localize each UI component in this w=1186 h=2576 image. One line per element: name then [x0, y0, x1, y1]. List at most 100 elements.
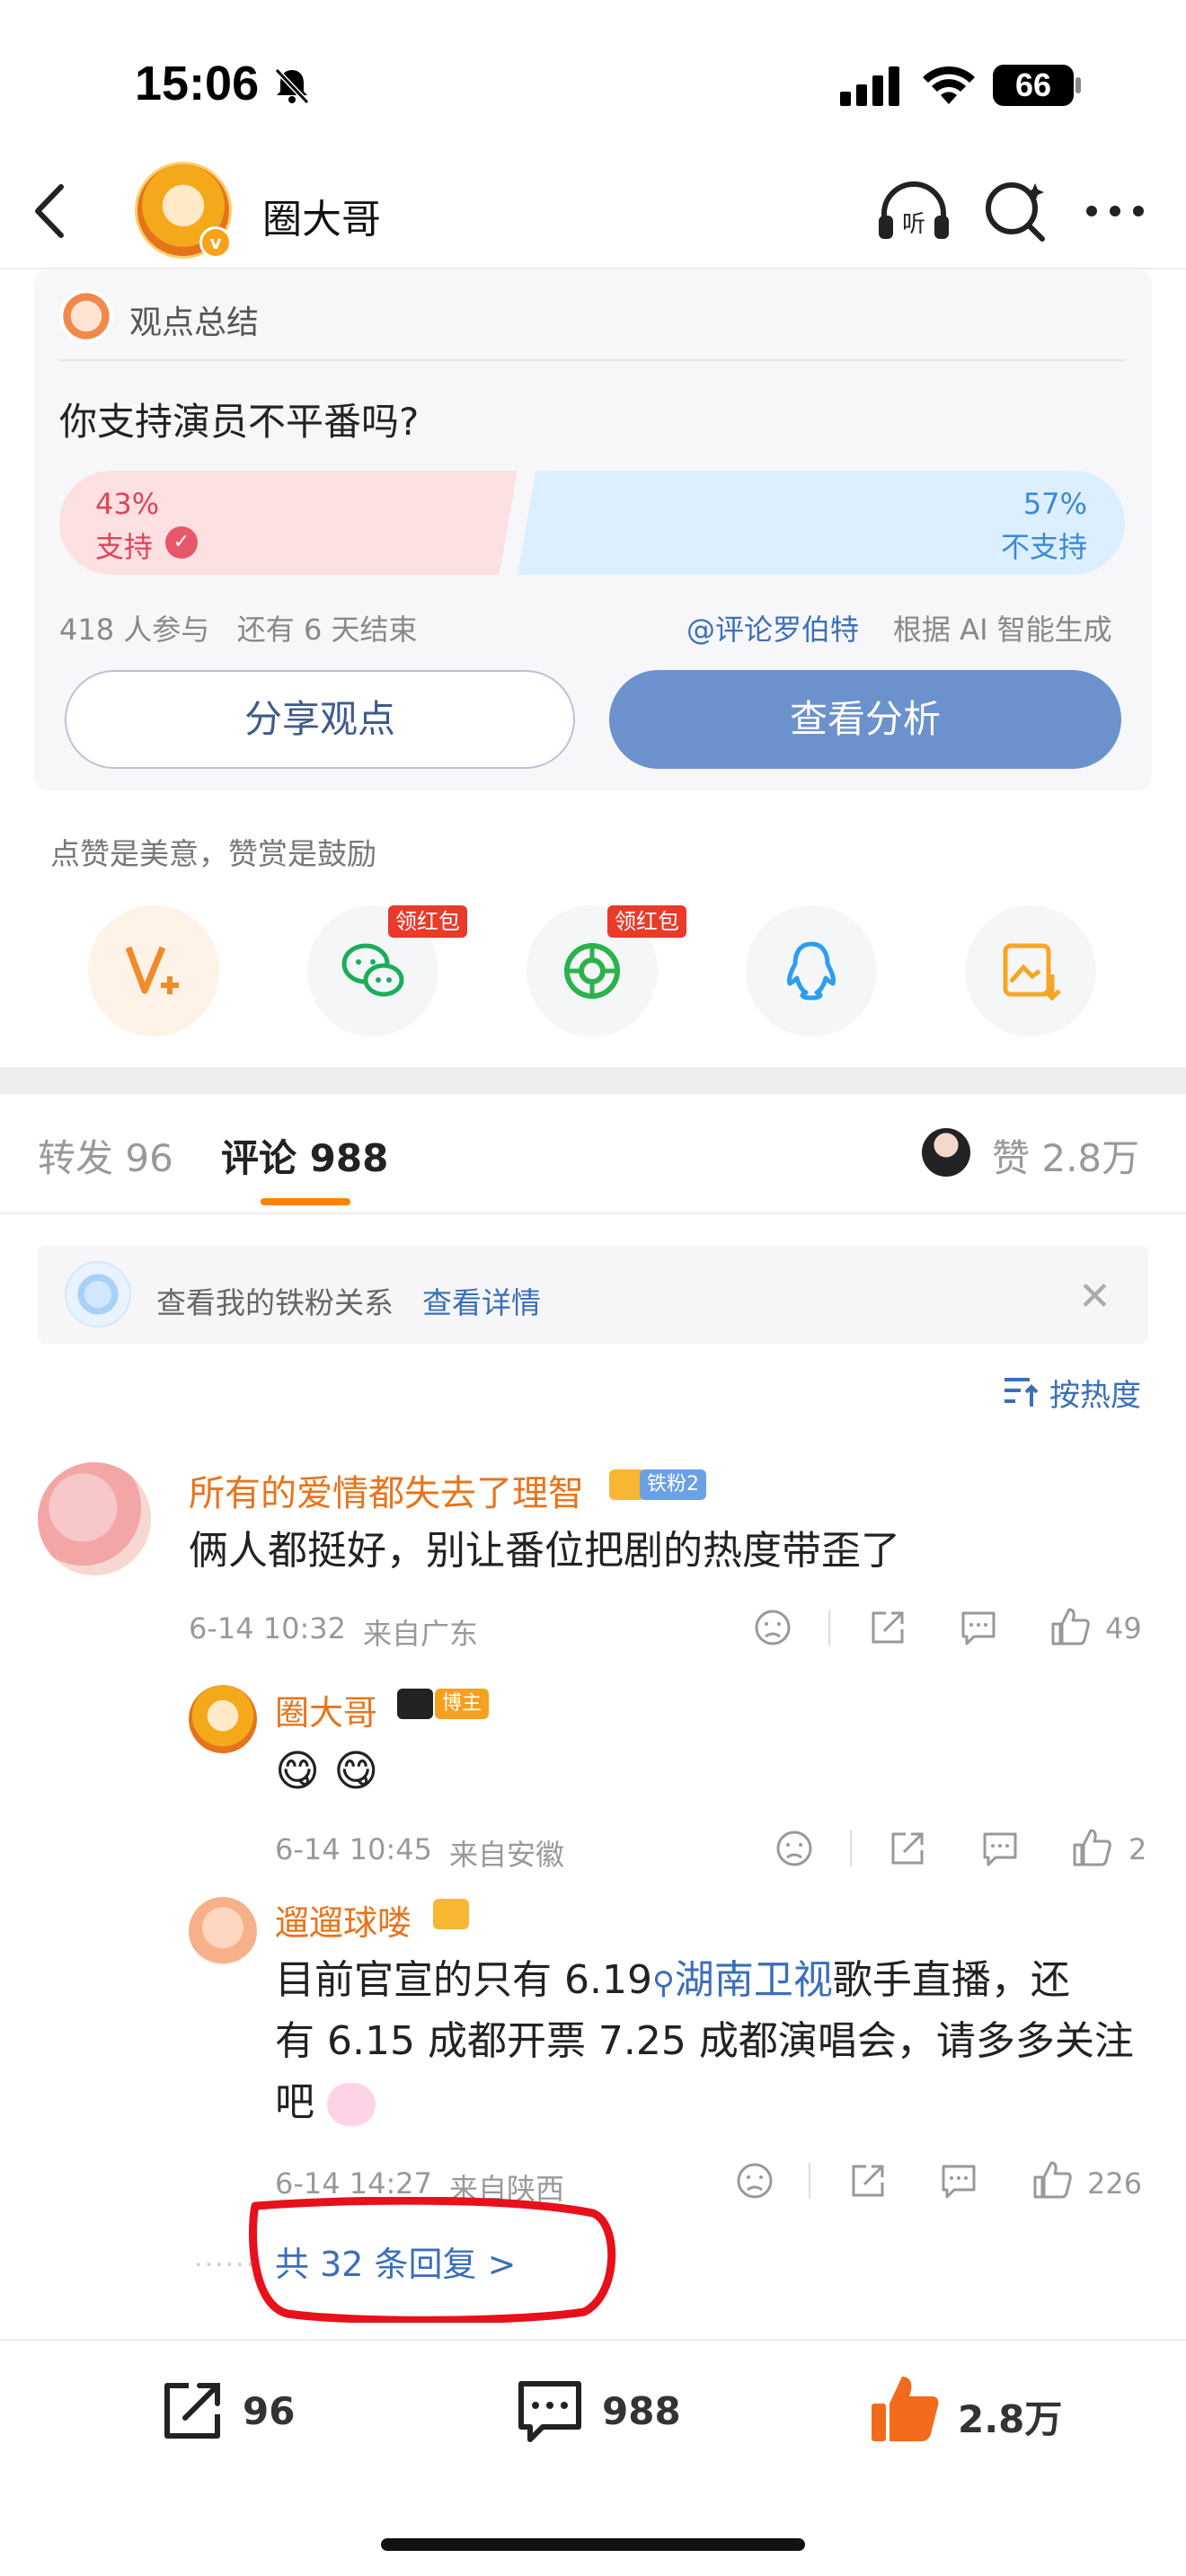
repost-count[interactable]: 96 [243, 2389, 295, 2433]
poll-question: 你支持演员不平番吗? [59, 400, 420, 444]
close-icon[interactable]: ✕ [1078, 1274, 1111, 1319]
tab-comments[interactable]: 评论 988 [221, 1128, 388, 1183]
wechat-icon [341, 943, 404, 997]
reply-text: 😋 😋 [275, 1746, 379, 1796]
dislike-face-icon[interactable] [774, 1829, 814, 1868]
poll-source-link[interactable]: @评论罗伯特 [686, 607, 859, 648]
fan-relation-link[interactable]: 查看详情 [422, 1279, 541, 1322]
reply-text-part: 吧 [275, 2079, 314, 2125]
comment-time: 6-14 10:32 [189, 1611, 347, 1645]
share-opinion-button[interactable]: 分享观点 [65, 670, 575, 769]
reply-icon[interactable] [938, 2161, 979, 2201]
section-gap [0, 1067, 1186, 1094]
commenter-name[interactable]: 所有的爱情都失去了理智 [189, 1464, 584, 1516]
like-thumb-icon[interactable] [1071, 1827, 1112, 1868]
reply-text-part: 目前官宣的只有 6.19 [275, 1957, 652, 2003]
tab-active-indicator [261, 1198, 350, 1205]
wechat-red-packet-badge: 领红包 [388, 905, 467, 938]
bunny-emoji-icon [327, 2083, 376, 2126]
status-time: 15:06 [135, 57, 260, 110]
moments-icon [564, 943, 620, 999]
comment-text: 俩人都挺好，别让番位把剧的热度带歪了 [189, 1528, 900, 1574]
support-label: 支持 [95, 530, 154, 564]
fan-relation-text: 查看我的铁粉关系 [156, 1285, 394, 1320]
tab-repost[interactable]: 转发 96 [38, 1128, 173, 1183]
like-total[interactable]: 2.8万 [958, 2389, 1062, 2444]
save-image-icon [1003, 943, 1061, 1001]
reply-avatar[interactable] [189, 1685, 257, 1753]
topic-search-icon: ⚲ [651, 1965, 675, 2001]
save-image-button[interactable] [965, 905, 1096, 1037]
qq-icon [787, 941, 836, 1001]
reply-text-line1: 目前官宣的只有 6.19⚲湖南卫视歌手直播，还 [275, 1951, 1070, 2013]
like-count: 2 [1128, 1832, 1147, 1866]
reward-button[interactable] [88, 905, 219, 1037]
oppose-label: 不支持 [1000, 530, 1087, 564]
dislike-face-icon[interactable] [735, 2161, 774, 2201]
tabs-divider [0, 1213, 1186, 1214]
support-percent: 43% [95, 487, 160, 521]
like-count: 226 [1087, 2166, 1143, 2201]
selected-check-icon: ✓ [165, 526, 198, 559]
reply-time: 6-14 10:45 [275, 1832, 433, 1866]
reply-icon[interactable] [958, 1608, 999, 1647]
reply-icon[interactable] [979, 1829, 1021, 1868]
comment-location: 来自广东 [363, 1617, 479, 1651]
cell-signal-icon [840, 66, 899, 106]
action-divider [828, 1610, 830, 1645]
battery-indicator: 66 [993, 65, 1074, 106]
share-icon[interactable] [868, 1608, 907, 1647]
fan-level-tag: 铁粉2 [640, 1469, 706, 1500]
battery-tip [1075, 77, 1081, 93]
more-menu-icon[interactable] [1084, 198, 1146, 225]
tab-likes[interactable]: 赞 2.8万 [992, 1128, 1139, 1183]
reward-tip: 点赞是美意，赞赏是鼓励 [50, 836, 376, 871]
liker-avatar [922, 1128, 970, 1177]
dislike-face-icon[interactable] [753, 1608, 792, 1647]
reply-text-line3: 吧 [275, 2073, 376, 2132]
poll-summary-icon [59, 289, 113, 343]
share-icon[interactable] [848, 2161, 888, 2201]
topic-link[interactable]: 湖南卫视 [675, 1957, 833, 2003]
commenter-avatar[interactable] [38, 1462, 151, 1575]
poll-meta: 418 人参与 还有 6 天结束 [59, 613, 418, 647]
reply-location: 来自安徽 [449, 1838, 565, 1872]
action-divider [850, 1831, 852, 1866]
action-divider [809, 2163, 810, 2199]
author-tag: 博主 [435, 1689, 490, 1719]
sort-by-hot[interactable]: 按热度 [1049, 1371, 1141, 1415]
reply-name[interactable]: 圈大哥 [275, 1685, 377, 1734]
like-filled-icon[interactable] [866, 2371, 942, 2447]
moments-red-packet-badge: 领红包 [607, 905, 686, 938]
crown-badge-icon [433, 1899, 469, 1929]
search-icon[interactable] [983, 178, 1049, 244]
diamond-fan-icon [65, 1261, 131, 1328]
home-indicator [381, 2538, 805, 2551]
oppose-percent: 57% [1022, 487, 1087, 521]
poll-header: 观点总结 [129, 304, 260, 341]
view-analysis-button[interactable]: 查看分析 [609, 670, 1121, 769]
reply-text-part: 歌手直播，还 [832, 1957, 1070, 2003]
status-bar: 15:06 66 [0, 0, 1186, 162]
verified-badge-icon: v [199, 226, 232, 259]
reward-v-icon [125, 946, 179, 994]
wifi-icon [923, 66, 975, 104]
nav-title[interactable]: 圈大哥 [262, 187, 381, 244]
like-thumb-icon[interactable] [1031, 2159, 1073, 2201]
red-annotation-circle [248, 2197, 616, 2323]
share-icon[interactable] [888, 1829, 927, 1868]
share-qq-button[interactable] [746, 905, 877, 1037]
sort-icon[interactable] [1003, 1374, 1039, 1408]
comment-icon[interactable] [514, 2377, 586, 2448]
reply-name[interactable]: 遛遛球喽 [275, 1895, 412, 1945]
listen-headphones-icon[interactable]: 听 [875, 180, 952, 243]
repost-icon[interactable] [158, 2377, 226, 2445]
like-thumb-icon[interactable] [1049, 1606, 1091, 1647]
reply-text-line2: 有 6.15 成都开票 7.25 成都演唱会，请多多关注 [275, 2018, 1134, 2064]
svg-text:听: 听 [902, 211, 925, 238]
back-arrow-icon[interactable] [27, 180, 72, 243]
reply-avatar[interactable] [189, 1897, 257, 1965]
mute-bell-icon [274, 67, 310, 105]
comment-count[interactable]: 988 [602, 2389, 681, 2433]
poll-divider [59, 359, 1125, 361]
